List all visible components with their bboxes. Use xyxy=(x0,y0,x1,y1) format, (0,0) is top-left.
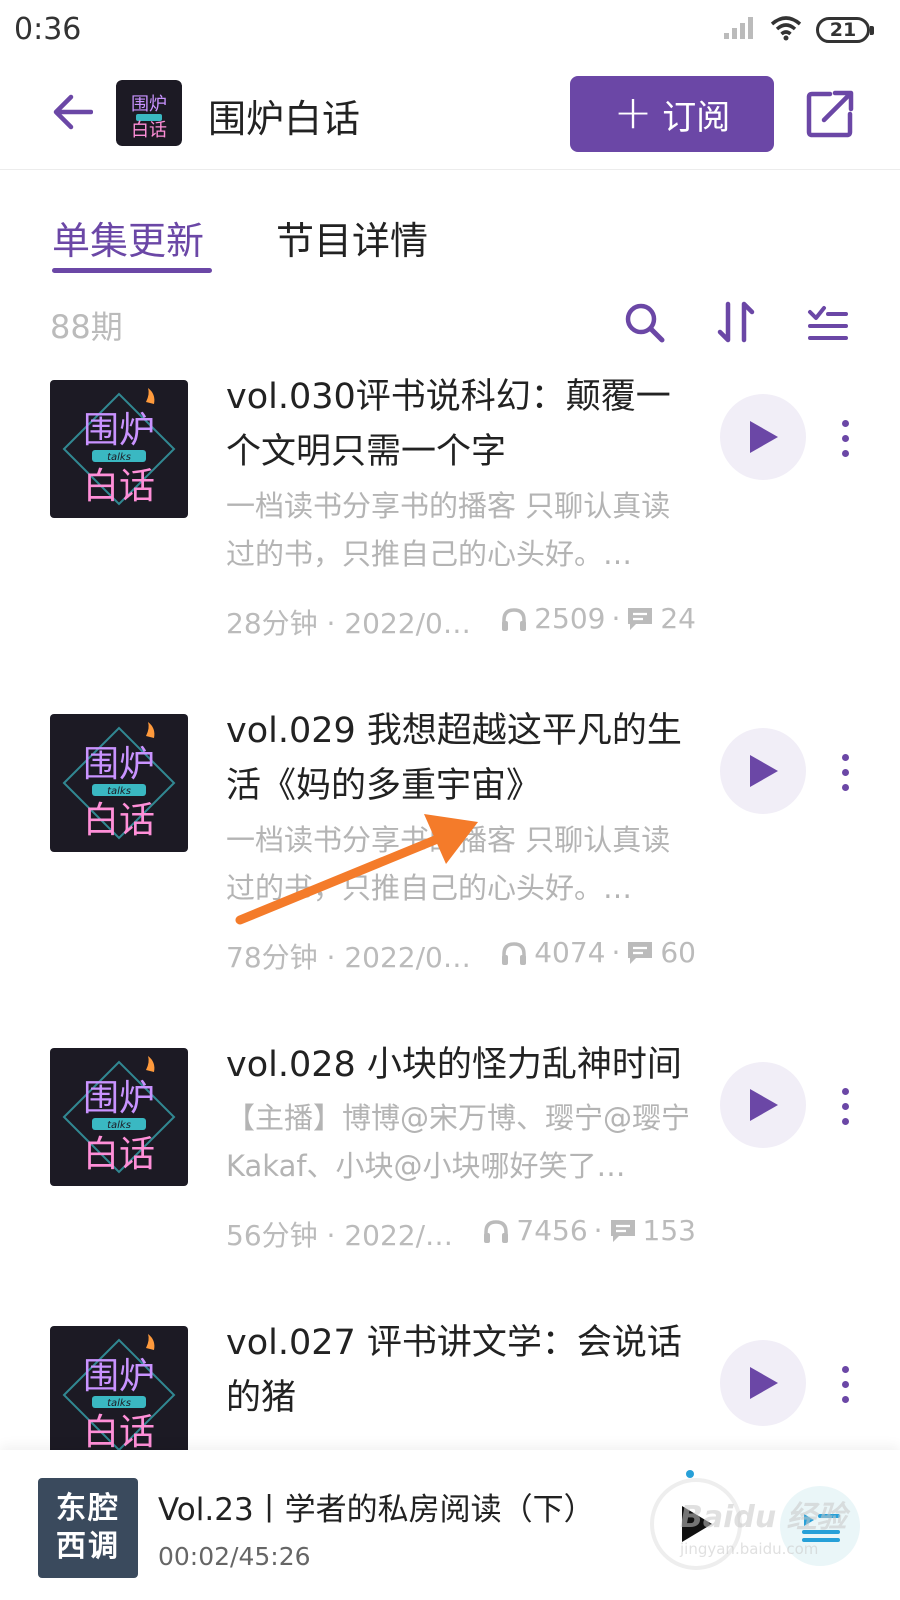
episode-cover[interactable]: 围炉 talks 白话 xyxy=(50,1326,188,1450)
episode-more-button[interactable] xyxy=(830,1354,860,1414)
play-icon xyxy=(750,1089,778,1121)
episode-play-button[interactable] xyxy=(720,1062,806,1148)
episode-more-button[interactable] xyxy=(830,742,860,802)
play-icon xyxy=(750,421,778,453)
episode-description: 一档读书分享书的播客 只聊认真读过的书，只推自己的心头好。… xyxy=(226,489,671,571)
episode-title[interactable]: vol.028 小块的怪力乱神时间 xyxy=(226,1038,696,1093)
tab-bar: 单集更新 节目详情 xyxy=(0,170,900,275)
svg-text:白话: 白话 xyxy=(83,1412,155,1450)
play-icon xyxy=(750,755,778,787)
episode-meta: 28分钟 · 2022/0… 2509 · 24 xyxy=(226,602,696,642)
playlist-button[interactable] xyxy=(780,1486,860,1566)
svg-text:围炉: 围炉 xyxy=(83,1356,155,1397)
episode-stats: 4074 · 60 xyxy=(500,936,696,969)
status-icons: 21 xyxy=(722,14,874,46)
separator-dot: · xyxy=(611,602,621,635)
episode-stats: 2509 · 24 xyxy=(500,602,696,635)
svg-text:talks: talks xyxy=(107,1398,131,1409)
episode-more-button[interactable] xyxy=(830,408,860,468)
episode-description: 【主播】博博@宋万博、璎宁@璎宁Kakaf、小块@小块哪好笑了… xyxy=(226,1101,691,1183)
episode-list: 围炉 talks 白话 vol.030评书说科幻：颠覆一个文明只需一个字 一档读… xyxy=(0,370,900,1450)
status-bar: 0:36 21 xyxy=(0,0,900,62)
tab-details[interactable]: 节目详情 xyxy=(276,210,428,265)
player-play-button[interactable] xyxy=(650,1478,742,1570)
subscribe-button[interactable]: + 订阅 xyxy=(570,76,774,152)
battery-icon: 21 xyxy=(816,17,874,43)
show-avatar: 围炉 白话 xyxy=(116,80,182,146)
player-time: 00:02/45:26 xyxy=(158,1542,311,1571)
playlist-icon xyxy=(802,1514,840,1542)
sort-icon[interactable] xyxy=(714,300,758,344)
comment-icon xyxy=(628,607,653,630)
episode-cover[interactable]: 围炉 talks 白话 xyxy=(50,1048,188,1186)
episode-cover[interactable]: 围炉 talks 白话 xyxy=(50,380,188,518)
svg-text:talks: talks xyxy=(107,786,131,797)
svg-text:白话: 白话 xyxy=(131,120,167,141)
svg-text:白话: 白话 xyxy=(83,800,155,841)
comment-count: 60 xyxy=(660,936,696,969)
back-arrow-icon xyxy=(53,94,93,130)
player-cover[interactable]: 东腔 西调 xyxy=(38,1478,138,1578)
svg-text:白话: 白话 xyxy=(83,1134,155,1175)
play-count: 2509 xyxy=(534,602,606,635)
headphones-icon xyxy=(502,941,527,965)
svg-text:围炉: 围炉 xyxy=(131,94,167,115)
search-icon[interactable] xyxy=(622,300,666,344)
svg-text:围炉: 围炉 xyxy=(83,410,155,451)
comment-icon xyxy=(628,941,653,964)
episode-duration-date: 56分钟 · 2022/… xyxy=(226,1219,454,1252)
mini-player: 东腔 西调 Vol.23丨学者的私房阅读（下） 00:02/45:26 xyxy=(0,1450,900,1600)
headphones-icon xyxy=(484,1219,509,1243)
subscribe-label: 订阅 xyxy=(662,97,731,138)
list-toolbar: 88期 xyxy=(0,292,900,362)
show-title: 围炉白话 xyxy=(208,97,361,141)
tab-episodes[interactable]: 单集更新 xyxy=(52,210,204,265)
header: 围炉 白话 围炉白话 + 订阅 xyxy=(0,62,900,170)
episode-play-button[interactable] xyxy=(720,394,806,480)
headphones-icon xyxy=(502,607,527,631)
player-title[interactable]: Vol.23丨学者的私房阅读（下） xyxy=(158,1484,618,1529)
episode-duration-date: 78分钟 · 2022/0… xyxy=(226,941,471,974)
episode-title[interactable]: vol.029 我想超越这平凡的生活《妈的多重宇宙》 xyxy=(226,704,696,814)
separator-dot: · xyxy=(611,936,621,969)
svg-text:围炉: 围炉 xyxy=(83,744,155,785)
episode-cover[interactable]: 围炉 talks 白话 xyxy=(50,714,188,852)
share-icon[interactable] xyxy=(804,88,856,140)
back-button[interactable] xyxy=(44,84,100,140)
player-progress-indicator xyxy=(686,1470,694,1478)
separator-dot: · xyxy=(593,1214,603,1247)
episode-meta: 78分钟 · 2022/0… 4074 · 60 xyxy=(226,936,696,976)
episode-play-button[interactable] xyxy=(720,1340,806,1426)
plus-icon: + xyxy=(613,85,653,139)
svg-text:talks: talks xyxy=(107,452,131,463)
episode-meta: 56分钟 · 2022/… 7456 · 153 xyxy=(226,1214,696,1254)
episode-description: 一档读书分享书的播客 只聊认真读过的书，只推自己的心头好。… xyxy=(226,823,671,905)
play-icon xyxy=(682,1506,712,1542)
comment-count: 153 xyxy=(642,1214,696,1247)
episode-title[interactable]: vol.030评书说科幻：颠覆一个文明只需一个字 xyxy=(226,370,696,480)
episode-duration-date: 28分钟 · 2022/0… xyxy=(226,607,471,640)
multi-select-icon[interactable] xyxy=(806,300,850,344)
episode-stats: 7456 · 153 xyxy=(482,1214,696,1247)
episode-title[interactable]: vol.027 评书讲文学：会说话的猪 xyxy=(226,1316,696,1426)
svg-text:白话: 白话 xyxy=(83,466,155,507)
episode-play-button[interactable] xyxy=(720,728,806,814)
comment-icon xyxy=(610,1219,635,1242)
svg-text:talks: talks xyxy=(107,1120,131,1131)
episode-count: 88期 xyxy=(50,308,123,346)
wifi-icon xyxy=(770,15,802,45)
tab-underline xyxy=(52,268,212,273)
play-icon xyxy=(750,1367,778,1399)
play-count: 7456 xyxy=(516,1214,588,1247)
svg-text:围炉: 围炉 xyxy=(83,1078,155,1119)
signal-icon xyxy=(722,15,756,45)
status-time: 0:36 xyxy=(14,12,82,47)
play-count: 4074 xyxy=(534,936,606,969)
comment-count: 24 xyxy=(660,602,696,635)
episode-more-button[interactable] xyxy=(830,1076,860,1136)
